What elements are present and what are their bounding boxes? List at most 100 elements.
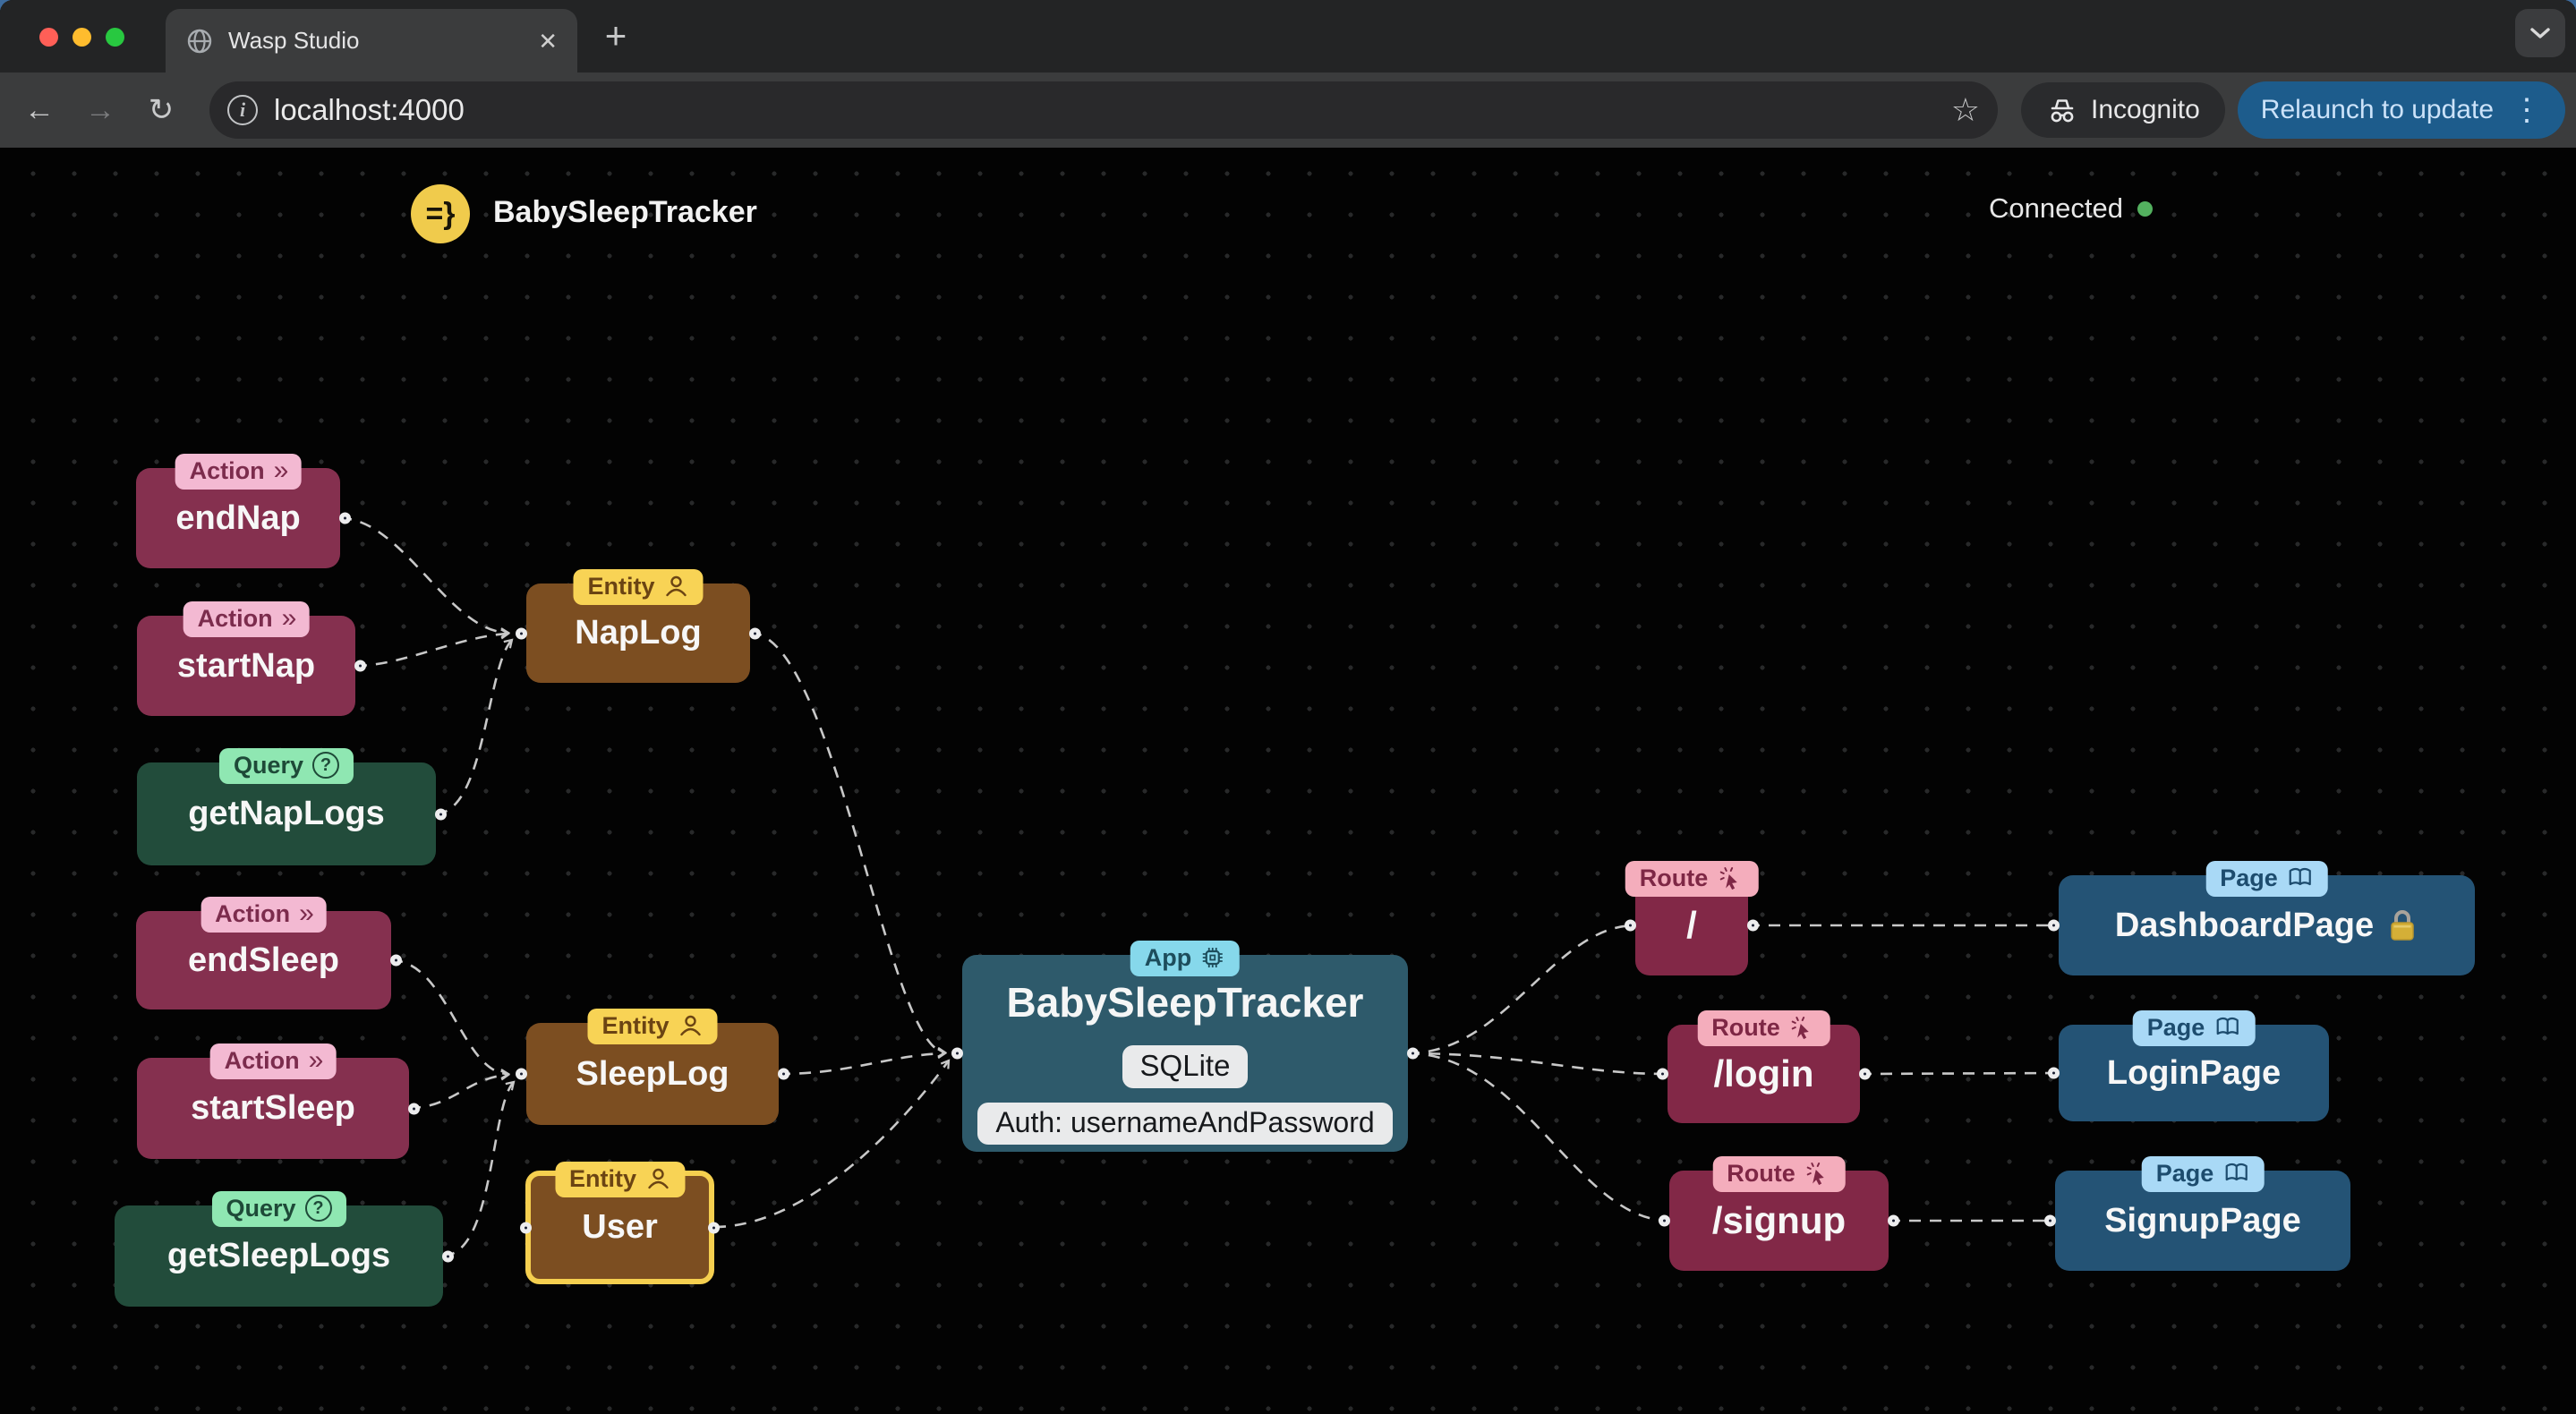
port-left[interactable]	[1625, 919, 1636, 932]
action-badge: Action »	[183, 601, 310, 638]
port-right[interactable]	[1888, 1214, 1899, 1227]
edge-endNap-NapLog	[339, 516, 511, 638]
node-action-endNap[interactable]: Action » endNap	[136, 454, 351, 568]
zoom-window-button[interactable]	[106, 28, 124, 47]
port-right[interactable]	[1859, 1068, 1871, 1080]
node-label: /signup	[1711, 1199, 1847, 1241]
node-page-SignupPage[interactable]: Page SignupPage	[2044, 1156, 2350, 1271]
entity-badge: Entity	[554, 1162, 686, 1198]
back-button[interactable]: ←	[20, 87, 59, 133]
port-right[interactable]	[778, 1068, 789, 1080]
cursor-click-icon	[1719, 867, 1737, 890]
port-right[interactable]	[708, 1222, 720, 1233]
badge-label: Page	[2220, 865, 2278, 891]
port-right[interactable]	[339, 512, 351, 524]
port-right[interactable]	[442, 1250, 454, 1262]
node-app-BabySleepTracker[interactable]: App BabySleepTracker SQLite Auth: userna…	[951, 941, 1419, 1152]
port-right[interactable]	[1407, 1047, 1419, 1060]
node-action-startNap[interactable]: Action » startNap	[137, 601, 366, 716]
port-right[interactable]	[435, 808, 447, 820]
node-route-signup[interactable]: Route /signup	[1659, 1156, 1899, 1271]
node-label: endNap	[175, 498, 301, 537]
browser-toolbar: ← → ↻ i localhost:4000 ☆ Incognito Relau…	[0, 72, 2576, 148]
badge-label: Page	[2155, 1160, 2214, 1187]
node-entity-NapLog[interactable]: Entity NapLog	[516, 569, 761, 683]
node-entity-SleepLog[interactable]: Entity SleepLog	[516, 1009, 789, 1125]
edge-NapLog-App	[749, 631, 948, 1058]
badge-label: Action	[215, 900, 291, 927]
port-left[interactable]	[1659, 1214, 1670, 1227]
node-query-getSleepLogs[interactable]: Query? getSleepLogs	[115, 1191, 454, 1307]
edge-login-LoginPage	[1859, 1071, 2060, 1076]
forward-button[interactable]: →	[81, 87, 120, 133]
open-book-icon	[2225, 1163, 2248, 1181]
bookmark-star-icon[interactable]: ☆	[1951, 94, 1980, 126]
browser-tab[interactable]: Wasp Studio ✕	[166, 9, 577, 72]
badge-label: Action	[224, 1047, 300, 1074]
badge-label: Query	[233, 752, 304, 779]
port-right[interactable]	[749, 627, 761, 639]
route-badge: Route	[1697, 1010, 1830, 1047]
node-page-DashboardPage[interactable]: Page DashboardPage	[2048, 861, 2475, 975]
site-info-icon[interactable]: i	[227, 95, 258, 125]
page-badge: Page	[2205, 861, 2328, 898]
browser-menu-kebab-icon[interactable]: ⋮	[2512, 95, 2542, 125]
badge-label: Route	[1639, 865, 1709, 891]
edge-SleepLog-App	[778, 1048, 948, 1076]
port-right[interactable]	[1747, 919, 1759, 932]
node-label: getNapLogs	[188, 795, 385, 832]
node-page-LoginPage[interactable]: Page LoginPage	[2048, 1010, 2329, 1121]
node-entity-User[interactable]: Entity User	[520, 1162, 720, 1284]
node-label: startNap	[176, 646, 316, 685]
port-left[interactable]	[516, 627, 527, 639]
window-controls	[39, 28, 124, 47]
close-window-button[interactable]	[39, 28, 58, 47]
node-label: NapLog	[575, 614, 702, 652]
lock-icon	[2391, 910, 2414, 941]
port-left[interactable]	[2044, 1214, 2056, 1227]
node-action-startSleep[interactable]: Action » startSleep	[137, 1043, 420, 1159]
node-action-endSleep[interactable]: Action » endSleep	[136, 897, 402, 1009]
badge-label: Route	[1727, 1160, 1796, 1187]
edge-startNap-NapLog	[354, 628, 511, 668]
node-label: getSleepLogs	[166, 1237, 391, 1274]
new-tab-button[interactable]: +	[593, 13, 639, 59]
port-left[interactable]	[516, 1068, 527, 1080]
port-right[interactable]	[408, 1103, 420, 1114]
status-label: Connected	[1989, 192, 2123, 224]
action-badge: Action »	[200, 897, 327, 933]
action-badge: Action »	[209, 1043, 337, 1080]
tab-search-chevron-button[interactable]	[2515, 9, 2565, 57]
chevrons-right-icon: »	[281, 603, 297, 634]
edge-App-signup	[1407, 1052, 1670, 1222]
minimize-window-button[interactable]	[73, 28, 91, 47]
close-tab-button[interactable]: ✕	[538, 30, 558, 53]
port-left[interactable]	[1657, 1068, 1668, 1080]
badge-label: Entity	[601, 1012, 670, 1039]
reload-button[interactable]: ↻	[141, 87, 181, 133]
page-badge: Page	[2141, 1156, 2265, 1193]
edge-getSleepLogs-SleepLog	[442, 1080, 516, 1257]
port-left[interactable]	[2048, 1067, 2060, 1079]
node-route-root[interactable]: Route /	[1625, 861, 1759, 975]
relaunch-to-update-button[interactable]: Relaunch to update ⋮	[2237, 81, 2565, 139]
person-icon	[666, 575, 687, 597]
port-right[interactable]	[354, 660, 366, 672]
port-left[interactable]	[951, 1047, 963, 1060]
open-book-icon	[2216, 1018, 2239, 1035]
status-dot-icon	[2137, 200, 2153, 217]
incognito-label: Incognito	[2091, 95, 2200, 124]
port-right[interactable]	[390, 954, 402, 967]
node-route-login[interactable]: Route /login	[1657, 1010, 1871, 1123]
port-left[interactable]	[2048, 919, 2060, 932]
node-query-getNapLogs[interactable]: Query? getNapLogs	[137, 748, 447, 865]
port-left[interactable]	[520, 1222, 532, 1233]
query-badge: Query?	[218, 748, 354, 785]
node-label: /	[1686, 904, 1697, 946]
app-canvas[interactable]: =} BabySleepTracker Connected Action » e…	[0, 148, 2576, 1414]
relaunch-label: Relaunch to update	[2260, 95, 2494, 124]
chevrons-right-icon: »	[273, 456, 289, 486]
route-badge: Route	[1625, 861, 1759, 898]
address-bar[interactable]: i localhost:4000 ☆	[209, 81, 1999, 139]
browser-tab-strip: Wasp Studio ✕ +	[0, 0, 2576, 72]
